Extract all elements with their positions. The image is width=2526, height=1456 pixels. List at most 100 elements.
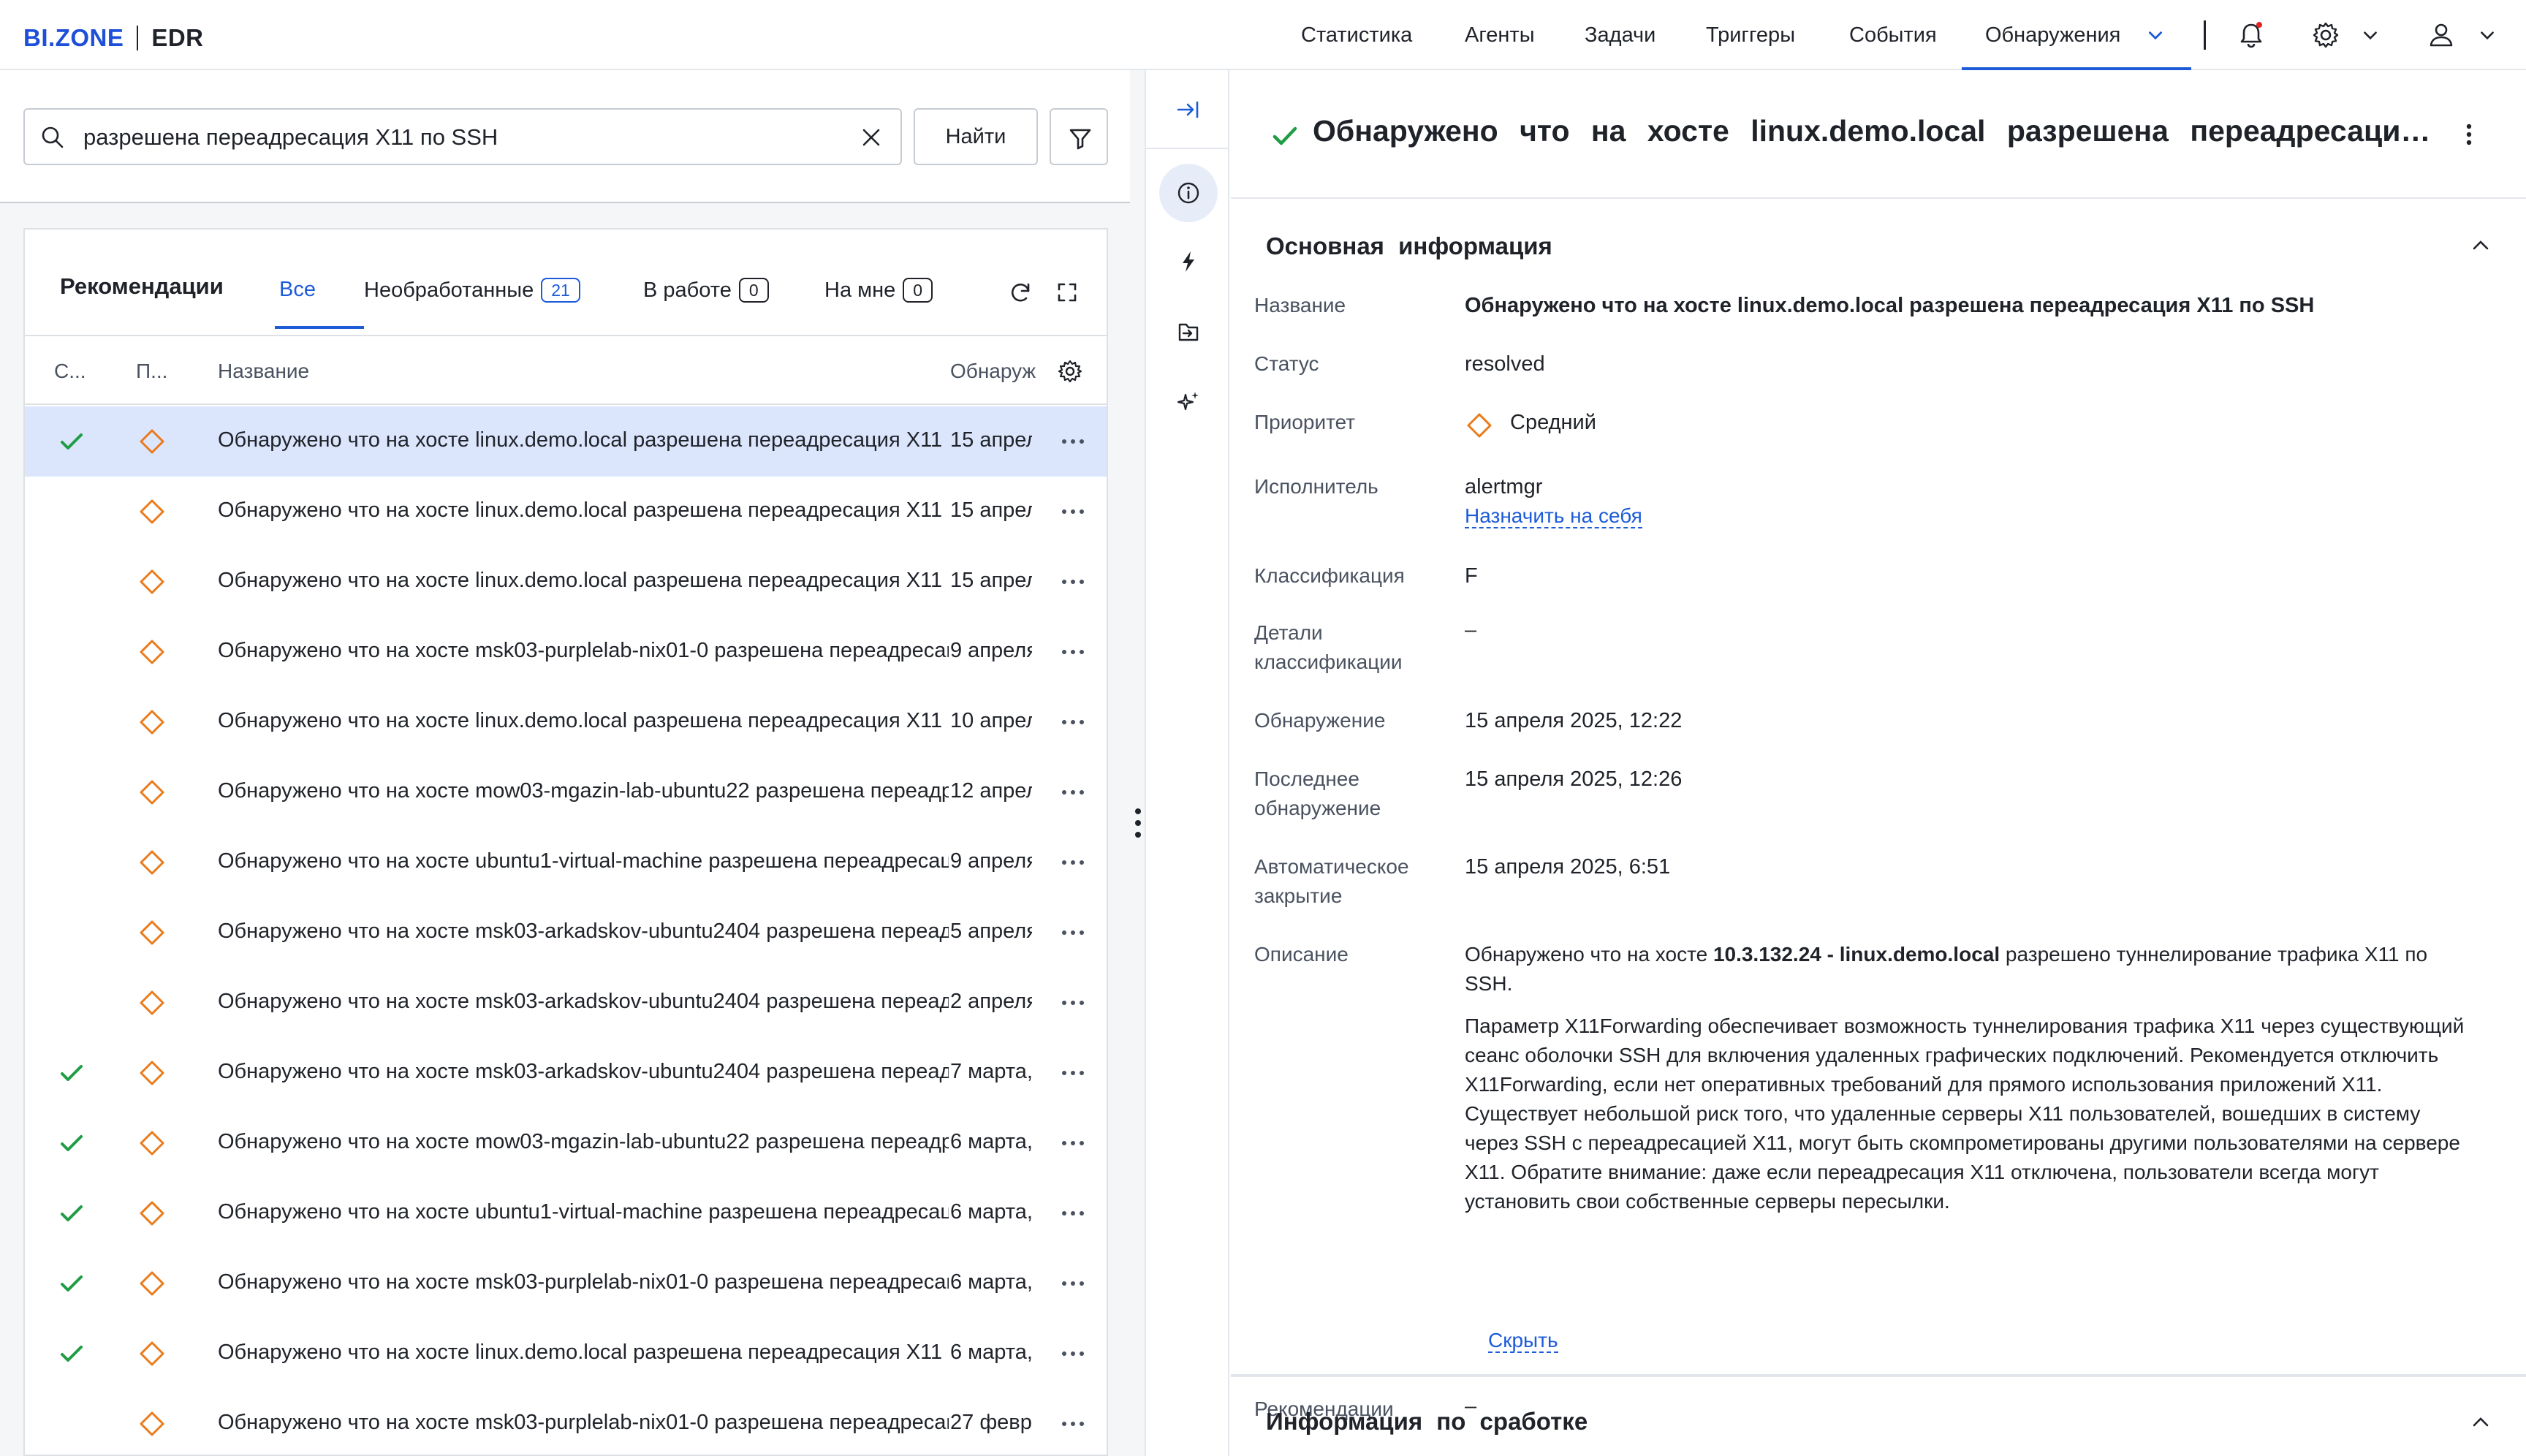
nav-triggers[interactable]: Триггеры [1706, 0, 1795, 70]
value-priority: Средний [1510, 411, 1596, 434]
refresh-icon[interactable] [1006, 278, 1035, 307]
table-row[interactable]: Обнаружено что на хосте ubuntu1-virtual-… [25, 827, 1107, 898]
find-button[interactable]: Найти [914, 108, 1038, 165]
more-horizontal-icon[interactable] [1058, 930, 1088, 936]
priority-diamond-icon [140, 1271, 164, 1296]
section-main-info-title[interactable]: Основная информация [1266, 232, 1552, 260]
tab-all[interactable]: Все [279, 278, 316, 302]
column-priority[interactable]: П... [136, 360, 167, 383]
value-auto-close: 15 апреля 2025, 6:51 [1465, 855, 1671, 879]
more-horizontal-icon[interactable] [1058, 579, 1088, 585]
user-chevron-down-icon[interactable] [2478, 26, 2497, 45]
row-date: 6 марта, 2025 [950, 1341, 1032, 1364]
bell-icon[interactable] [2235, 19, 2267, 51]
resize-handle-icon[interactable] [1131, 801, 1145, 845]
tab-label: Все [279, 278, 316, 301]
priority-diamond-icon [140, 850, 164, 875]
priority-diamond-icon [140, 780, 164, 805]
actions-tab-button[interactable] [1159, 232, 1218, 291]
user-icon[interactable] [2425, 19, 2457, 51]
nav-agents[interactable]: Агенты [1465, 0, 1535, 70]
search-input[interactable] [83, 118, 858, 156]
expand-icon[interactable] [1052, 278, 1082, 307]
assign-to-me-link[interactable]: Назначить на себя [1465, 504, 1642, 528]
tab-in-progress[interactable]: В работе 0 [643, 278, 769, 303]
settings-chevron-down-icon[interactable] [2361, 26, 2380, 45]
nav-events[interactable]: События [1849, 0, 1937, 70]
row-date: 6 марта, 2025 [950, 1270, 1032, 1294]
nav-detections[interactable]: Обнаружения [1985, 0, 2120, 70]
info-tab-button[interactable] [1159, 164, 1218, 222]
priority-diamond-icon [140, 429, 164, 454]
section-trigger-info-title[interactable]: Информация по сработке [1266, 1408, 1588, 1436]
more-horizontal-icon[interactable] [1058, 1281, 1088, 1286]
more-horizontal-icon[interactable] [1058, 1210, 1088, 1216]
logo[interactable]: BI.ZONE EDR [23, 24, 204, 51]
table-row[interactable]: Обнаружено что на хосте linux.demo.local… [25, 547, 1107, 617]
chevron-up-icon[interactable] [2468, 232, 2494, 259]
more-horizontal-icon[interactable] [1058, 1351, 1088, 1357]
more-vertical-icon[interactable] [2453, 118, 2485, 151]
events-tab-button[interactable] [1159, 303, 1218, 361]
table-row[interactable]: Обнаружено что на хосте mow03-mgazin-lab… [25, 757, 1107, 827]
table-row[interactable]: Обнаружено что на хосте linux.demo.local… [25, 406, 1107, 477]
table-row[interactable]: Обнаружено что на хосте ubuntu1-virtual-… [25, 1178, 1107, 1248]
more-horizontal-icon[interactable] [1058, 649, 1088, 655]
collapse-right-icon [1177, 101, 1199, 118]
more-horizontal-icon[interactable] [1058, 789, 1088, 795]
ai-tab-button[interactable] [1159, 373, 1218, 431]
column-settings-gear-icon[interactable] [1055, 357, 1085, 386]
row-date: 12 апреля 2025 [950, 779, 1032, 803]
table-row[interactable]: Обнаружено что на хосте mow03-mgazin-lab… [25, 1108, 1107, 1178]
tab-mine[interactable]: На мне 0 [824, 278, 933, 303]
label-auto-close: Автоматическое закрытие [1254, 855, 1409, 907]
nav-statistics[interactable]: Статистика [1301, 0, 1412, 70]
more-horizontal-icon[interactable] [1058, 719, 1088, 725]
more-horizontal-icon[interactable] [1058, 1000, 1088, 1006]
row-name: Обнаружено что на хосте ubuntu1-virtual-… [218, 1200, 949, 1224]
row-name: Обнаружено что на хосте msk03-arkadskov-… [218, 920, 949, 943]
column-name[interactable]: Название [218, 360, 309, 383]
priority-diamond-icon [140, 499, 164, 524]
column-detected[interactable]: Обнаруж [950, 360, 1041, 383]
logo-edr: EDR [151, 24, 204, 51]
row-name: Обнаружено что на хосте linux.demo.local… [218, 569, 949, 592]
table-row[interactable]: Обнаружено что на хосте linux.demo.local… [25, 477, 1107, 547]
more-horizontal-icon[interactable] [1058, 1140, 1088, 1146]
detection-detail-panel: Обнаружено что на хосте linux.demo.local… [1231, 70, 2526, 1456]
table-row[interactable]: Обнаружено что на хосте msk03-purplelab-… [25, 1389, 1107, 1455]
priority-diamond-icon [140, 1061, 164, 1085]
info-icon [1177, 182, 1199, 204]
more-horizontal-icon[interactable] [1058, 509, 1088, 515]
column-status[interactable]: С... [54, 360, 86, 383]
table-row[interactable]: Обнаружено что на хосте linux.demo.local… [25, 687, 1107, 757]
table-row[interactable]: Обнаружено что на хосте msk03-arkadskov-… [25, 898, 1107, 968]
row-name: Обнаружено что на хосте mow03-mgazin-lab… [218, 779, 949, 803]
more-horizontal-icon[interactable] [1058, 439, 1088, 444]
collapse-panel-button[interactable] [1159, 80, 1218, 139]
table-row[interactable]: Обнаружено что на хосте msk03-purplelab-… [25, 617, 1107, 687]
row-date: 9 апреля 2025 [950, 639, 1032, 662]
table-row[interactable]: Обнаружено что на хосте msk03-arkadskov-… [25, 1038, 1107, 1108]
search-field[interactable] [23, 108, 902, 165]
nav-tasks[interactable]: Задачи [1585, 0, 1655, 70]
table-row[interactable]: Обнаружено что на хосте msk03-purplelab-… [25, 1248, 1107, 1319]
priority-diamond-icon [140, 640, 164, 664]
more-horizontal-icon[interactable] [1058, 1421, 1088, 1427]
more-horizontal-icon[interactable] [1058, 1070, 1088, 1076]
trigger-chevron-up-icon[interactable] [2468, 1409, 2494, 1436]
section-divider-trigger [1231, 1374, 2526, 1376]
row-date: 9 апреля 2025 [950, 849, 1032, 873]
row-date: 10 апреля 2025 [950, 709, 1032, 732]
gear-icon[interactable] [2310, 19, 2342, 51]
table-row[interactable]: Обнаружено что на хосте msk03-arkadskov-… [25, 968, 1107, 1038]
chevron-down-icon[interactable] [2146, 26, 2165, 45]
hide-link[interactable]: Скрыть [1488, 1329, 1558, 1353]
more-horizontal-icon[interactable] [1058, 860, 1088, 865]
label-priority: Приоритет [1254, 411, 1356, 433]
tab-unprocessed[interactable]: Необработанные 21 [364, 278, 580, 303]
row-date: 15 апреля 2025 [950, 569, 1032, 592]
close-icon[interactable] [858, 124, 884, 151]
table-row[interactable]: Обнаружено что на хосте linux.demo.local… [25, 1319, 1107, 1389]
filter-button[interactable] [1050, 108, 1108, 165]
